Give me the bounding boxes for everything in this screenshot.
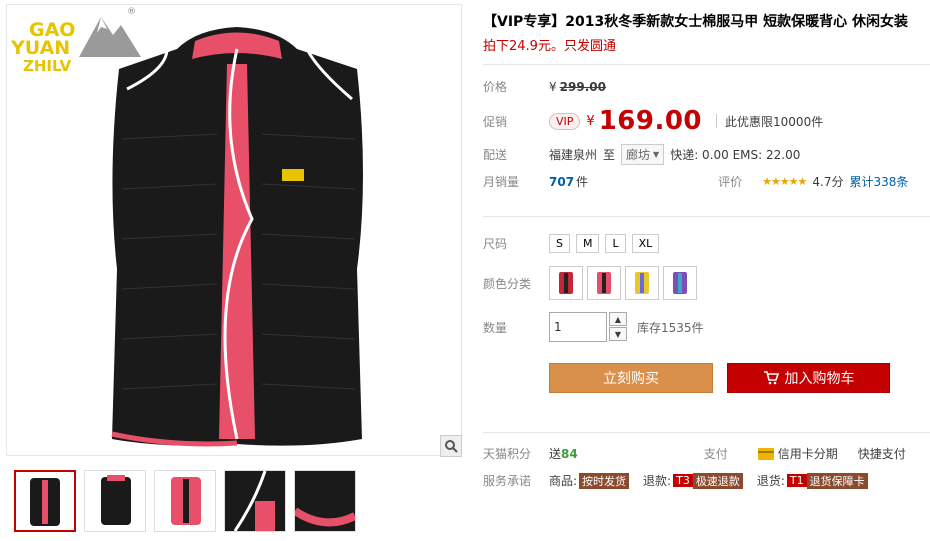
brand-logo-text-2: YUAN [11,37,71,59]
vip-badge: VIP [549,112,581,130]
original-currency: ¥ [549,79,557,94]
buy-now-button[interactable]: 立刻购买 [549,363,713,393]
divider [483,432,930,433]
credit-card-icon [757,447,774,460]
promo-label: 促销 [483,114,508,129]
sales-row: 月销量 707 件 评价 ★★★★★ 4.7分 累计338条 [483,173,908,190]
price-row: 价格 ¥ 299.00 [483,78,606,95]
registered-mark: ® [127,7,136,17]
vest-image [111,27,363,447]
service-1-prefix: 商品: [549,474,578,488]
rating-stars: ★★★★★ [762,175,807,188]
pay-label: 支付 [703,447,728,461]
service-label: 服务承诺 [483,474,532,488]
size-option-m[interactable]: M [575,234,600,253]
divider [483,216,930,217]
product-subtitle: 拍下24.9元。只发圆通 [483,39,616,54]
divider [483,64,930,65]
promo-limit: 此优惠限10000件 [725,114,824,129]
product-title: 【VIP专享】2013秋冬季新款女士棉服马甲 短款保暖背心 休闲女装 [483,14,909,30]
shipping-row: 配送 福建泉州 至 廊坊 ▼ 快递: 0.00 EMS: 22.00 [483,144,800,165]
t3-code: T3 [673,474,693,487]
quantity-label: 数量 [483,320,508,335]
decrement-button[interactable]: ▼ [609,327,627,341]
ship-to-value: 廊坊 [626,148,651,162]
ship-from: 福建泉州 [549,148,598,162]
service-3-prefix: 退货: [756,474,785,488]
add-to-cart-label: 加入购物车 [784,371,855,387]
points-label: 天猫积分 [483,447,532,461]
add-to-cart-button[interactable]: 加入购物车 [727,363,890,393]
ship-to-word: 至 [603,148,616,162]
thumbnail-2[interactable] [84,470,146,532]
quantity-row: 数量 1 ▲ ▼ 库存1535件 [483,312,704,342]
size-label: 尺码 [483,237,508,251]
rating-label: 评价 [718,175,743,189]
quantity-input[interactable]: 1 [549,312,607,342]
cart-icon [763,371,779,385]
size-option-xl[interactable]: XL [631,234,660,253]
promo-price: 169.00 [598,106,703,136]
color-label: 颜色分类 [483,276,532,291]
size-option-s[interactable]: S [549,234,570,253]
monthly-sales-unit: 件 [576,175,589,189]
credit-installment: 信用卡分期 [777,447,838,461]
shipping-fees: 快递: 0.00 EMS: 22.00 [670,148,801,162]
thumbnail-4[interactable] [224,470,286,532]
size-row: 尺码 S M L XL [483,234,665,253]
thumbnail-5[interactable] [294,470,356,532]
review-count-link[interactable]: 累计338条 [850,173,909,190]
promo-currency: ¥ [586,113,595,129]
increment-button[interactable]: ▲ [609,312,627,326]
return-guarantee-tag[interactable]: 退货保障卡 [806,472,868,489]
buy-now-label: 立刻购买 [603,371,659,387]
thumbnail-3[interactable] [154,470,216,532]
points-value: 84 [561,446,578,461]
quantity-stepper: ▲ ▼ [609,312,627,342]
brand-logo-text-3: ZHILV [23,57,72,75]
shipping-label: 配送 [483,148,508,162]
price-label: 价格 [483,80,508,94]
quick-pay: 快捷支付 [857,447,906,461]
divider [716,114,718,128]
color-option-1[interactable] [549,266,583,300]
chevron-down-icon: ▼ [653,150,660,159]
color-row: 颜色分类 [483,266,701,300]
ship-to-select[interactable]: 廊坊 ▼ [621,144,665,165]
size-option-l[interactable]: L [605,234,626,253]
stock-count: 库存1535件 [637,320,704,335]
fast-refund-tag[interactable]: 极速退款 [692,472,743,489]
original-price: 299.00 [559,79,606,94]
points-prefix: 送 [549,447,562,461]
thumbnail-strip [14,470,364,532]
product-info: 【VIP专享】2013秋冬季新款女士棉服马甲 短款保暖背心 休闲女装 拍下24.… [483,12,923,56]
service-row: 服务承诺 商品: 按时发货 退款: T3 极速退款 退货: T1 退货保障卡 [483,472,868,489]
monthly-sales-count: 707 [549,174,575,189]
points-row: 天猫积分 送 84 支付 信用卡分期 快捷支付 [483,445,906,462]
color-option-4[interactable] [663,266,697,300]
promo-row: 促销 VIP ¥ 169.00 此优惠限10000件 [483,106,823,136]
zoom-icon [445,440,458,453]
monthly-sales-label: 月销量 [483,175,520,189]
zoom-button[interactable] [440,435,462,457]
service-2-prefix: 退款: [643,474,672,488]
thumbnail-1[interactable] [14,470,76,532]
color-option-2[interactable] [587,266,621,300]
main-product-image[interactable]: GAO YUAN ZHILV ® [6,4,462,457]
t1-code: T1 [786,474,807,487]
color-option-3[interactable] [625,266,659,300]
rating-score: 4.7分 [812,175,844,189]
on-time-delivery-tag[interactable]: 按时发货 [579,472,630,489]
